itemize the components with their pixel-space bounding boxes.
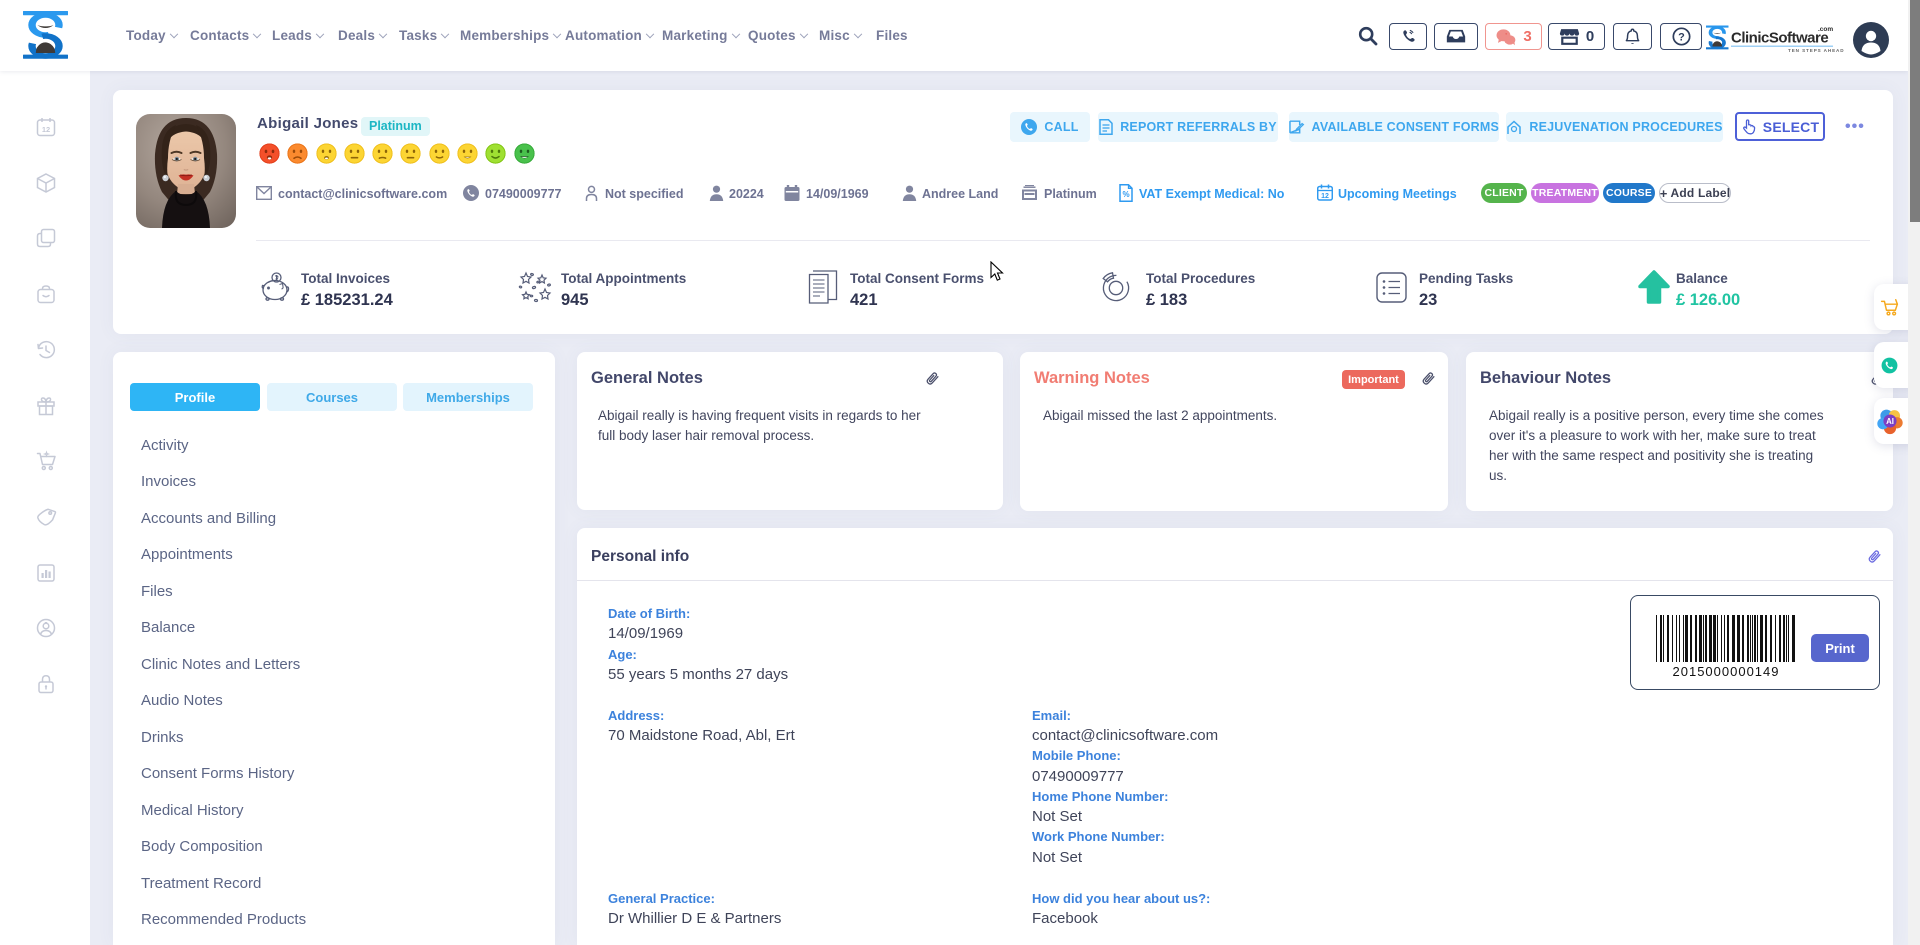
svg-text:%: %	[1122, 190, 1129, 199]
svg-text:?: ?	[1678, 31, 1685, 43]
svg-text:AI: AI	[1886, 417, 1894, 426]
svg-text:.com: .com	[1818, 26, 1833, 33]
svg-text:12: 12	[42, 125, 50, 134]
svg-text:TEN STEPS AHEAD: TEN STEPS AHEAD	[1788, 48, 1844, 53]
svg-text:ClinicSoftware: ClinicSoftware	[1731, 30, 1828, 47]
svg-text:12: 12	[1321, 193, 1329, 200]
